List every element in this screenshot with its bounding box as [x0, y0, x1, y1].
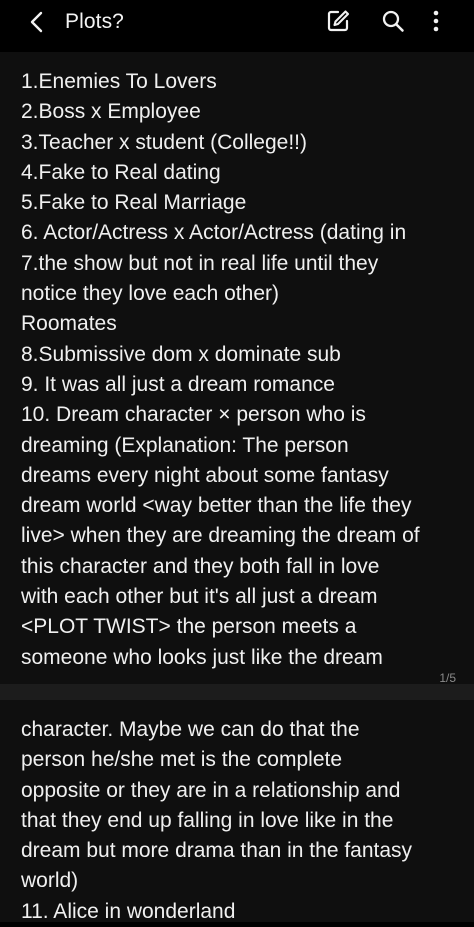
note-line: 10. Dream character × person who is — [21, 403, 366, 427]
note-line: <PLOT TWIST> the person meets a — [21, 615, 357, 639]
more-vertical-icon — [433, 10, 439, 32]
note-line: notice they love each other) — [21, 282, 279, 306]
note-line: 1.Enemies To Lovers — [21, 70, 217, 93]
note-title: Plots? — [65, 10, 124, 33]
edit-button[interactable] — [325, 8, 351, 34]
note-page-2[interactable]: character. Maybe we can do that the pers… — [0, 700, 474, 923]
note-line: 7.the show but not in real life until th… — [21, 251, 379, 275]
note-line: 11. Alice in wonderland — [21, 899, 236, 923]
note-line: dream world <way better than the life th… — [21, 494, 412, 518]
more-options-button[interactable] — [425, 8, 447, 34]
note-line: 9. It was all just a dream romance — [21, 372, 335, 396]
note-line: this character and they both fall in lov… — [21, 554, 380, 578]
page-divider — [0, 684, 474, 700]
note-body-page-2: character. Maybe we can do that the pers… — [21, 715, 471, 927]
note-line: Roomates — [21, 312, 117, 336]
note-line: 3.Teacher x student (College!!) — [21, 130, 307, 154]
note-line: live> when they are dreaming the dream o… — [21, 524, 420, 548]
search-button[interactable] — [380, 8, 406, 34]
back-button[interactable] — [24, 8, 52, 36]
note-page-1[interactable]: 1.Enemies To Lovers 2.Boss x Employee 3.… — [0, 52, 474, 684]
note-line: opposite or they are in a relationship a… — [21, 778, 401, 802]
note-line: character. Maybe we can do that the — [21, 718, 360, 741]
note-line: dreams every night about some fantasy — [21, 463, 389, 487]
note-line: person he/she met is the complete — [21, 748, 343, 772]
note-line: 4.Fake to Real dating — [21, 160, 221, 184]
edit-icon — [327, 10, 350, 32]
note-line: 6. Actor/Actress x Actor/Actress (dating… — [21, 221, 407, 245]
page-indicator: 1/5 — [439, 671, 456, 685]
note-line: dreaming (Explanation: The person — [21, 433, 349, 457]
note-line: 8.Submissive dom x dominate sub — [21, 342, 341, 366]
note-line: dream but more drama than in the fantasy — [21, 839, 413, 863]
note-body-page-1: 1.Enemies To Lovers 2.Boss x Employee 3.… — [21, 67, 471, 673]
note-line: someone who looks just like the dream — [21, 645, 383, 669]
search-icon — [382, 10, 404, 32]
note-line: 2.Boss x Employee — [21, 100, 201, 124]
note-line: with each other but it's all just a drea… — [21, 585, 378, 609]
top-app-bar: Plots? — [0, 0, 474, 44]
note-line: world) — [21, 869, 79, 893]
chevron-left-icon — [30, 11, 43, 33]
note-line: 5.Fake to Real Marriage — [21, 191, 247, 215]
note-line: that they end up falling in love like in… — [21, 808, 394, 832]
